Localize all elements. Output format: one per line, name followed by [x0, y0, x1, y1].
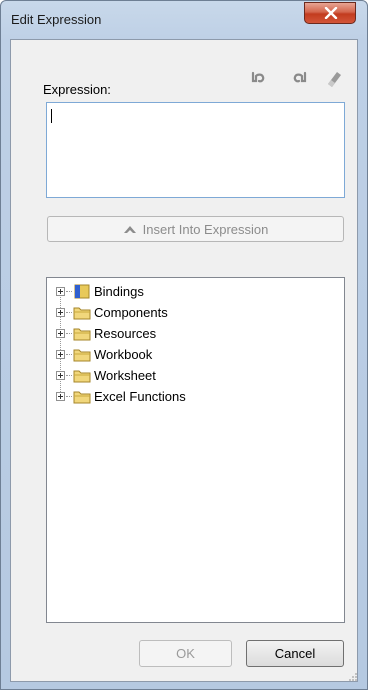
- tree-item-components[interactable]: Components: [47, 303, 327, 324]
- tree-item-excel-functions[interactable]: Excel Functions: [47, 387, 327, 408]
- tree-item-resources[interactable]: Resources: [47, 324, 327, 345]
- undo-icon: [251, 71, 265, 83]
- folder-icon: [73, 389, 91, 404]
- eraser-icon: [328, 72, 341, 87]
- folder-icon: [73, 326, 91, 341]
- dialog-window: Edit Expression Expression: Insert Into …: [0, 0, 368, 690]
- tree-item-worksheet[interactable]: Worksheet: [47, 366, 327, 387]
- tree-item-label: Workbook: [94, 347, 153, 362]
- close-button[interactable]: [304, 2, 356, 24]
- tree-item-workbook[interactable]: Workbook: [47, 345, 327, 366]
- dialog-client-area: Expression: Insert Into Expression Bindi…: [10, 39, 358, 682]
- tree-item-label: Components: [94, 305, 168, 320]
- tree-item-label: Excel Functions: [94, 389, 186, 404]
- bindings-folder-icon: [73, 284, 91, 299]
- text-caret: [51, 109, 52, 123]
- expand-icon[interactable]: [56, 329, 65, 338]
- redo-icon: [293, 71, 307, 83]
- folder-icon: [73, 305, 91, 320]
- folder-icon: [73, 347, 91, 362]
- tree-item-bindings[interactable]: Bindings: [47, 282, 327, 303]
- close-icon: [324, 7, 338, 19]
- expand-icon[interactable]: [56, 392, 65, 401]
- title-bar[interactable]: Edit Expression: [1, 1, 367, 39]
- expand-icon[interactable]: [56, 287, 65, 296]
- expand-icon[interactable]: [56, 371, 65, 380]
- tree-item-label: Worksheet: [94, 368, 156, 383]
- tree-branch-line: [66, 312, 72, 313]
- redo-button[interactable]: [290, 68, 310, 88]
- tree-branch-line: [66, 354, 72, 355]
- folder-icon: [73, 368, 91, 383]
- expand-icon[interactable]: [56, 308, 65, 317]
- expression-input[interactable]: [46, 102, 345, 198]
- tree-branch-line: [66, 375, 72, 376]
- insert-button-label: Insert Into Expression: [142, 221, 269, 237]
- undo-button[interactable]: [248, 68, 268, 88]
- expression-label: Expression:: [43, 82, 111, 97]
- tree-branch-line: [66, 291, 72, 292]
- insert-into-expression-button[interactable]: Insert Into Expression: [47, 216, 344, 242]
- tree-item-label: Resources: [94, 326, 157, 341]
- ok-button[interactable]: OK: [139, 640, 232, 667]
- window-title: Edit Expression: [11, 12, 102, 27]
- tree-branch-line: [66, 396, 72, 397]
- cancel-button[interactable]: Cancel: [246, 640, 344, 667]
- resize-grip-icon[interactable]: [348, 672, 358, 682]
- tree-branch-line: [66, 333, 72, 334]
- expand-icon[interactable]: [56, 350, 65, 359]
- tree-item-label: Bindings: [94, 284, 144, 299]
- clear-button[interactable]: [324, 68, 344, 88]
- expression-tree[interactable]: Bindings Components Resources Workbook W…: [46, 277, 345, 623]
- chevron-up-icon: [123, 226, 136, 233]
